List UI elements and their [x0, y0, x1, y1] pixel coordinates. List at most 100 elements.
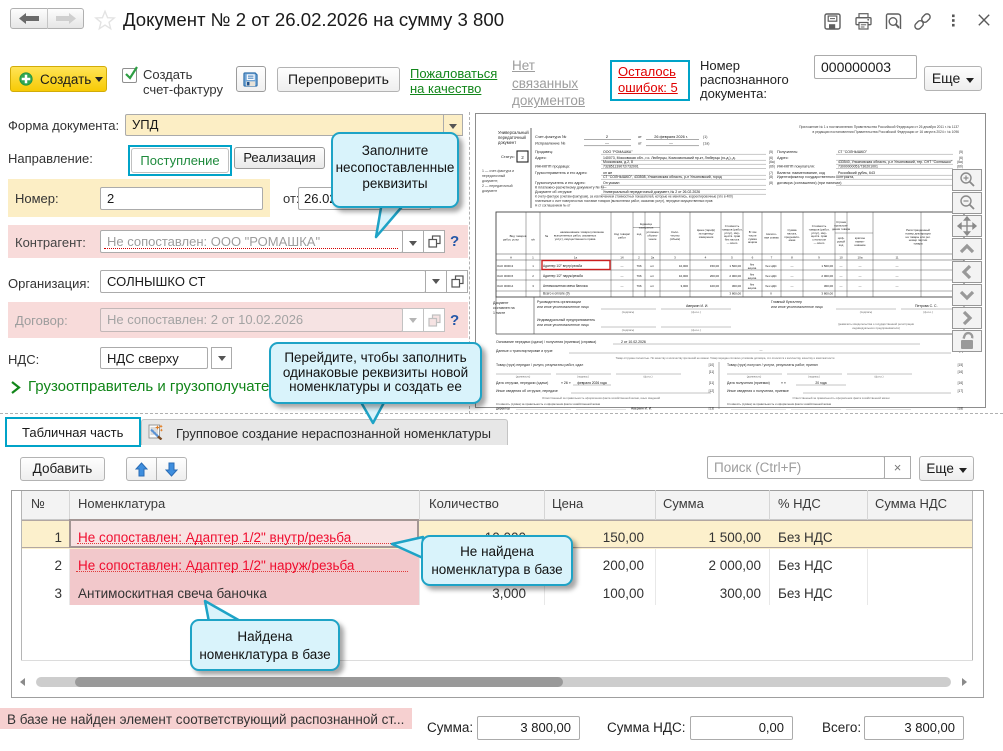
svg-text:3: 3 — [532, 284, 534, 288]
svg-text:4: 4 — [705, 256, 707, 260]
svg-text:Грузоотправитель и его адрес:: Грузоотправитель и его адрес: — [535, 171, 587, 175]
svg-text:дения товара: дения товара — [832, 227, 850, 231]
svg-text:—: — — [791, 284, 794, 288]
svg-text:3: 3 — [674, 256, 676, 260]
svg-text:300,00: 300,00 — [732, 284, 742, 288]
svg-text:Адрес:: Адрес: — [535, 156, 547, 160]
svg-text:796: 796 — [636, 274, 641, 278]
svg-text:X: X — [770, 292, 772, 296]
svg-text:Счет-фактура №: Счет-фактура № — [535, 134, 566, 139]
svg-text:(должность): (должность) — [516, 375, 531, 379]
svg-text:Основание передачи (сдачи) / п: Основание передачи (сдачи) / получения (… — [496, 340, 596, 344]
svg-text:(5): (5) — [769, 150, 773, 154]
svg-text:Он указан: Он указан — [603, 181, 619, 185]
svg-text:2: 2 — [532, 274, 534, 278]
svg-text:(6а): (6а) — [769, 160, 775, 164]
svg-text:ИНН/КПП покупателя:: ИНН/КПП покупателя: — [777, 165, 815, 169]
svg-text:(1): (1) — [703, 135, 707, 139]
svg-text:(подпись): (подпись) — [622, 328, 635, 332]
svg-text:А: А — [510, 256, 512, 260]
svg-text:К счету-фактуре (счетам-фактур: К счету-фактуре (счетам-фактурам), за ис… — [535, 195, 733, 199]
svg-text:Индивидуальный предприниматель: Индивидуальный предприниматель — [537, 318, 595, 322]
svg-text:1 листе: 1 листе — [493, 311, 505, 315]
svg-text:директор: директор — [496, 407, 510, 411]
svg-text:Иные сведения о получении, при: Иные сведения о получении, приемке — [727, 389, 789, 393]
svg-text:Статус:: Статус: — [501, 154, 515, 159]
svg-text:(6а): (6а) — [957, 160, 963, 164]
svg-text:—: — — [896, 264, 899, 268]
svg-text:чение: чение — [649, 237, 657, 241]
svg-text:нование: нование — [854, 243, 866, 247]
svg-text:Адрес:: Адрес: — [777, 156, 789, 160]
svg-text:Приложение № 1 к постановлению: Приложение № 1 к постановлению Правитель… — [799, 125, 959, 129]
svg-text:услуг), имущественного права: услуг), имущественного права — [555, 237, 596, 241]
svg-text:7: 7 — [771, 256, 773, 260]
svg-text:2: 2 — [521, 155, 524, 160]
svg-text:Всего к оплате (9): Всего к оплате (9) — [543, 292, 570, 296]
svg-text:без НДС: без НДС — [765, 264, 776, 268]
svg-text:Документ об отгрузке: Документ об отгрузке — [535, 190, 572, 194]
svg-text:« 26 »: « 26 » — [561, 381, 571, 385]
svg-text:2а: 2а — [651, 256, 655, 260]
svg-text:—: — — [621, 284, 624, 288]
svg-text:[16]: [16] — [958, 370, 963, 374]
svg-text:—: — — [621, 274, 624, 278]
svg-text:акциза: акциза — [748, 287, 757, 290]
svg-text:(подпись): (подпись) — [860, 310, 873, 314]
svg-text:Антимоскитная свеча баночка: Антимоскитная свеча баночка — [543, 284, 588, 288]
svg-text:в редакции постановления Прави: в редакции постановления Правительства Р… — [812, 130, 959, 134]
svg-text:—: — — [605, 141, 609, 146]
svg-text:—: — — [669, 142, 673, 146]
svg-text:8: 8 — [791, 256, 793, 260]
svg-text:шт: шт — [650, 264, 654, 268]
svg-text:(8): (8) — [769, 181, 773, 185]
svg-text:26 февраля 2026 г.: 26 февраля 2026 г. — [654, 135, 688, 139]
svg-text:Продавец:: Продавец: — [535, 150, 553, 154]
svg-text:5: 5 — [731, 256, 733, 260]
svg-text:передаточный: передаточный — [482, 174, 505, 178]
svg-text:шт: шт — [650, 284, 654, 288]
svg-text:Ответственный за правильность: Ответственный за правильность оформления… — [792, 396, 889, 400]
svg-text:Стоимость (сумма) за правильно: Стоимость (сумма) за правильность и офор… — [727, 402, 832, 406]
svg-text:документ;: документ; — [482, 179, 498, 183]
svg-text:—: — — [859, 284, 862, 288]
svg-text:[18]: [18] — [958, 407, 963, 411]
svg-text:Документ: Документ — [493, 301, 509, 305]
svg-text:10,000: 10,000 — [679, 264, 689, 268]
svg-text:[11]: [11] — [709, 370, 714, 374]
svg-text:1б: 1б — [620, 256, 624, 260]
svg-text:код: код — [839, 243, 844, 247]
svg-text:платежные о счет поверхностью: платежные о счет поверхностью поставке т… — [535, 199, 713, 203]
svg-text:акциза: акциза — [748, 267, 757, 270]
svg-text:емая: емая — [789, 238, 796, 242]
svg-text:(должность): (должность) — [747, 375, 762, 379]
svg-text:Адаптер 1/2" внутр/резьба: Адаптер 1/2" внутр/резьба — [543, 264, 582, 268]
svg-text:Иные сведения об отгрузке, пер: Иные сведения об отгрузке, передаче — [496, 389, 558, 393]
svg-text:или иное уполномоченное лицо: или иное уполномоченное лицо — [537, 305, 589, 309]
svg-text:СТ "СОЛНЫШКО": СТ "СОЛНЫШКО" — [838, 150, 868, 154]
svg-text:п/п: п/п — [531, 237, 535, 241]
svg-text:шт: шт — [650, 274, 654, 278]
svg-text:товара: товара — [913, 242, 923, 246]
svg-text:(ф.и.о.): (ф.и.о.) — [691, 310, 701, 314]
svg-text:Идентификатор государственного: Идентификатор государственного контракта… — [777, 175, 854, 179]
svg-text:2: 2 — [638, 256, 640, 260]
svg-text:2 — передаточный: 2 — передаточный — [482, 184, 513, 188]
svg-text:(ф.и.о.): (ф.и.о.) — [691, 328, 701, 332]
svg-text:—: — — [621, 264, 624, 268]
svg-text:Руководитель организации: Руководитель организации — [537, 300, 581, 304]
svg-text:[11]: [11] — [709, 381, 714, 385]
svg-text:Главный бухгалтер: Главный бухгалтер — [771, 300, 802, 304]
svg-text:Товар отгружен полностью. По к: Товар отгружен полностью. По качеству и … — [616, 356, 835, 360]
svg-text:9: 9 — [818, 256, 820, 260]
svg-text:—: — — [760, 348, 763, 352]
svg-text:ОАО 000014: ОАО 000014 — [497, 284, 514, 288]
svg-text:[15]: [15] — [958, 363, 963, 367]
svg-text:вая ставка: вая ставка — [764, 235, 779, 239]
svg-text:Универсальный передаточный док: Универсальный передаточный документ, № 2… — [603, 190, 700, 194]
svg-text:—: — — [791, 274, 794, 278]
svg-text:ИНН/КПП продавца:: ИНН/КПП продавца: — [535, 165, 570, 169]
svg-text:—: — — [840, 264, 843, 268]
svg-text:измерения: измерения — [699, 235, 714, 239]
svg-text:ОАО 000015: ОАО 000015 — [497, 274, 514, 278]
